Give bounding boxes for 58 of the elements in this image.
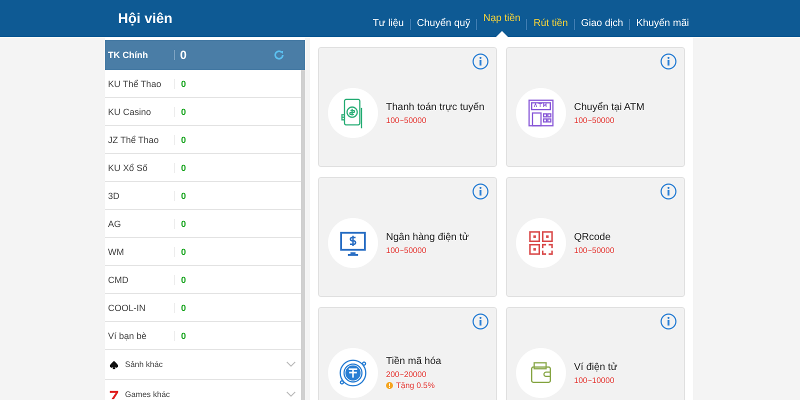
wallet-name: KU Thể Thao bbox=[108, 78, 175, 88]
method-title: Ví điện tử bbox=[574, 362, 618, 372]
payment-card[interactable]: QRcode 100~50000 bbox=[506, 177, 685, 297]
payment-card[interactable]: Tiền mã hóa 200~20000 Tặng 0.5% bbox=[318, 307, 497, 400]
account-balance: 0 bbox=[180, 48, 188, 62]
payment-card[interactable]: Chuyển tại ATM 100~50000 bbox=[506, 47, 685, 167]
nav-tab[interactable]: Tư liệu bbox=[366, 18, 410, 37]
nav-tab[interactable]: Rút tiền bbox=[527, 18, 574, 37]
amount-range: 100~50000 bbox=[574, 246, 614, 254]
wallet-balance: 0 bbox=[181, 330, 186, 340]
nav-tab[interactable]: Chuyển quỹ bbox=[410, 18, 476, 37]
nav-tab[interactable]: Giao dịch bbox=[574, 18, 630, 37]
amount-range: 200~20000 bbox=[386, 370, 428, 379]
info-icon[interactable] bbox=[660, 53, 677, 70]
info-icon[interactable] bbox=[472, 183, 489, 200]
wallet-balance: 0 bbox=[181, 218, 186, 228]
payment-card[interactable]: Ngân hàng điện tử 100~50000 bbox=[318, 177, 497, 297]
wallet-balance: 0 bbox=[181, 246, 186, 256]
wallet-balance: 0 bbox=[181, 162, 186, 172]
wallet-name: COOL-IN bbox=[108, 302, 175, 312]
bonus-text: Tặng 0.5% bbox=[396, 381, 435, 390]
wallet-name: 3D bbox=[108, 190, 175, 200]
method-title: Ngân hàng điện tử bbox=[386, 232, 469, 242]
scrollbar[interactable] bbox=[301, 70, 305, 400]
wallet-balance: 0 bbox=[181, 106, 186, 116]
info-icon[interactable] bbox=[472, 313, 489, 330]
wallet-name: AG bbox=[108, 218, 175, 228]
wallet-balance: 0 bbox=[181, 134, 186, 144]
payment-card[interactable]: Ví điện tử 100~10000 bbox=[506, 307, 685, 400]
wallet-balance: 0 bbox=[181, 302, 186, 312]
method-title: Tiền mã hóa bbox=[386, 356, 442, 367]
nav-tab[interactable]: Khuyến mãi bbox=[630, 18, 695, 37]
page-title: Hội viên bbox=[118, 10, 172, 28]
amount-range: 100~50000 bbox=[386, 246, 428, 254]
wallet-balance: 0 bbox=[181, 274, 186, 284]
account-label: TK Chính bbox=[108, 50, 175, 60]
wallet-name: KU Xổ Số bbox=[108, 162, 175, 172]
wallet-name: Ví bạn bè bbox=[108, 330, 175, 340]
amount-range: 100~50000 bbox=[574, 116, 616, 124]
amount-range: 100~10000 bbox=[574, 376, 616, 384]
alert-icon bbox=[386, 382, 393, 389]
method-title: Chuyển tại ATM bbox=[574, 102, 644, 112]
wallet-name: CMD bbox=[108, 274, 175, 284]
method-title: QRcode bbox=[574, 232, 612, 242]
info-icon[interactable] bbox=[660, 313, 677, 330]
seven-icon bbox=[109, 390, 119, 400]
spade-icon bbox=[109, 360, 119, 370]
wallet-name: KU Casino bbox=[108, 106, 175, 116]
method-title: Thanh toán trực tuyến bbox=[386, 102, 484, 112]
wallet-balance: 0 bbox=[181, 78, 186, 88]
wallet-balance: 0 bbox=[181, 190, 186, 200]
refresh-icon[interactable] bbox=[273, 49, 285, 61]
wallet-name: WM bbox=[108, 246, 175, 256]
payment-card[interactable]: Thanh toán trực tuyến 100~50000 bbox=[318, 47, 497, 167]
info-icon[interactable] bbox=[660, 183, 677, 200]
amount-range: 100~50000 bbox=[386, 116, 428, 124]
info-icon[interactable] bbox=[472, 53, 489, 70]
wallet-name: JZ Thể Thao bbox=[108, 134, 175, 144]
